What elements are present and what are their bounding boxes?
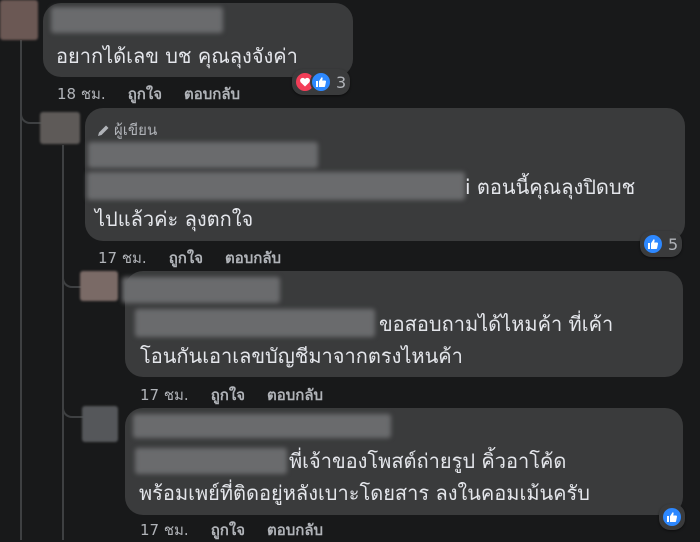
like-link[interactable]: ถูกใจ: [211, 521, 245, 539]
reaction-summary[interactable]: 5: [640, 231, 683, 257]
reaction-summary[interactable]: 3: [292, 69, 351, 95]
thread-line: [62, 400, 84, 418]
comment-meta: 17 ชม. ถูกใจ ตอบกลับ: [98, 246, 303, 270]
timestamp[interactable]: 17 ชม.: [98, 249, 147, 267]
author-badge: ผู้เขียน: [97, 118, 157, 142]
comment-bubble: พี่เจ้าของโพสต์ถ่ายรูป คิ้วอาโค้ด พร้อมเ…: [125, 408, 683, 515]
like-icon: [310, 71, 332, 93]
reply-link[interactable]: ตอบกลับ: [184, 85, 240, 103]
comment-text: ขอสอบถามได้ไหมค้า ที่เค้า: [379, 312, 614, 336]
reaction-summary[interactable]: [659, 504, 685, 530]
redacted-author-name[interactable]: [122, 277, 280, 303]
like-icon: [661, 506, 683, 528]
thread-line: [20, 90, 42, 124]
avatar[interactable]: [82, 406, 118, 442]
thread-line: [62, 270, 82, 288]
comment-text: พร้อมเพย์ที่ติดอยู่หลังเบาะโดยสาร ลงในคอ…: [139, 481, 590, 505]
reply-link[interactable]: ตอบกลับ: [225, 249, 281, 267]
author-badge-label: ผู้เขียน: [114, 121, 158, 139]
comment-text: ไปแล้วค่ะ ลุงตกใจ: [95, 207, 254, 231]
reaction-count: 3: [336, 72, 347, 92]
like-link[interactable]: ถูกใจ: [211, 386, 245, 404]
like-link[interactable]: ถูกใจ: [128, 85, 162, 103]
comment-meta: 18 ชม. ถูกใจ ตอบกลับ: [57, 82, 262, 106]
thread-line: [62, 145, 64, 540]
timestamp[interactable]: 18 ชม.: [57, 85, 106, 103]
redacted-text: [87, 172, 465, 200]
avatar[interactable]: [80, 271, 118, 301]
comment-text: โอนกันเอาเลขบัญชีมาจากตรงไหนค้า: [140, 344, 463, 368]
comment-bubble: ขอสอบถามได้ไหมค้า ที่เค้า โอนกันเอาเลขบั…: [122, 271, 683, 377]
timestamp[interactable]: 17 ชม.: [140, 521, 189, 539]
redacted-author-name[interactable]: [133, 414, 391, 438]
avatar[interactable]: [40, 112, 80, 144]
redacted-text: [135, 448, 287, 474]
like-link[interactable]: ถูกใจ: [169, 249, 203, 267]
comment-bubble: อยากได้เลข บช คุณลุงจังค่า: [43, 3, 353, 77]
comment-bubble: ผู้เขียน i ตอนนี้คุณลุงปิดบช ไปแล้วค่ะ ล…: [85, 108, 685, 241]
like-icon: [642, 233, 664, 255]
redacted-text: [135, 309, 375, 337]
reaction-count: 5: [668, 234, 679, 254]
comment-meta: 17 ชม. ถูกใจ ตอบกลับ: [140, 383, 345, 407]
redacted-author-name[interactable]: [88, 142, 318, 168]
avatar[interactable]: [0, 0, 38, 40]
pencil-icon: [98, 125, 109, 136]
comment-text: อยากได้เลข บช คุณลุงจังค่า: [56, 44, 298, 68]
reply-link[interactable]: ตอบกลับ: [267, 386, 323, 404]
comment-text: พี่เจ้าของโพสต์ถ่ายรูป คิ้วอาโค้ด: [289, 449, 567, 473]
comment-text: i ตอนนี้คุณลุงปิดบช: [465, 175, 636, 199]
comment-meta: 17 ชม. ถูกใจ ตอบกลับ: [140, 518, 345, 542]
reply-link[interactable]: ตอบกลับ: [267, 521, 323, 539]
timestamp[interactable]: 17 ชม.: [140, 386, 189, 404]
redacted-author-name[interactable]: [51, 7, 223, 33]
